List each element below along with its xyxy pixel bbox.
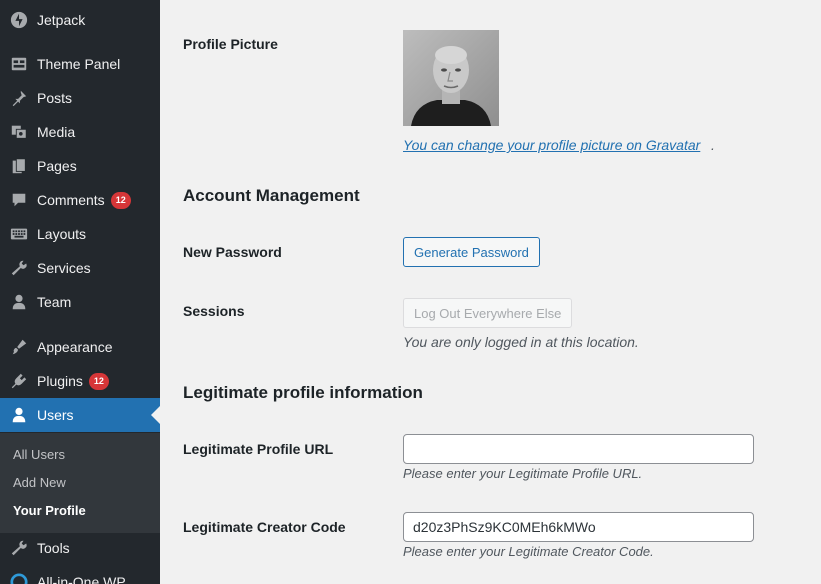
plugins-icon bbox=[9, 371, 29, 391]
sidebar-item-plugins[interactable]: Plugins 12 bbox=[0, 364, 160, 398]
pushpin-icon bbox=[9, 88, 29, 108]
sidebar-item-label: Pages bbox=[37, 158, 77, 174]
sidebar-item-label: Tools bbox=[37, 540, 70, 556]
legitimate-creator-description: Please enter your Legitimate Creator Cod… bbox=[403, 544, 654, 559]
sidebar-item-services[interactable]: Services bbox=[0, 251, 160, 285]
tools-icon bbox=[9, 538, 29, 558]
avatar bbox=[403, 30, 499, 126]
profile-form: Profile Picture You can change your prof… bbox=[160, 0, 821, 584]
sessions-note: You are only logged in at this location. bbox=[403, 334, 639, 350]
sidebar-item-layouts[interactable]: Layouts bbox=[0, 217, 160, 251]
sidebar-item-appearance[interactable]: Appearance bbox=[0, 330, 160, 364]
comments-icon bbox=[9, 190, 29, 210]
sidebar-item-users[interactable]: Users bbox=[0, 398, 160, 432]
current-menu-arrow bbox=[151, 406, 160, 424]
sidebar-item-comments[interactable]: Comments 12 bbox=[0, 183, 160, 217]
comments-count-badge: 12 bbox=[110, 191, 131, 209]
legitimate-creator-label: Legitimate Creator Code bbox=[183, 519, 346, 535]
sidebar-item-tools[interactable]: Tools bbox=[0, 531, 160, 565]
new-password-label: New Password bbox=[183, 244, 282, 260]
submenu-item-add-new[interactable]: Add New bbox=[13, 475, 66, 490]
sidebar-item-label: Team bbox=[37, 294, 72, 310]
users-icon bbox=[9, 405, 29, 425]
sidebar-item-label: Plugins bbox=[37, 373, 83, 389]
sessions-label: Sessions bbox=[183, 303, 245, 319]
legitimate-url-label: Legitimate Profile URL bbox=[183, 441, 334, 457]
paintbrush-icon bbox=[9, 337, 29, 357]
sidebar-item-media[interactable]: Media bbox=[0, 115, 160, 149]
team-icon bbox=[9, 292, 29, 312]
sidebar-item-label: Theme Panel bbox=[37, 56, 121, 72]
legitimate-profile-heading: Legitimate profile information bbox=[183, 383, 423, 402]
sidebar-item-label: Comments bbox=[37, 192, 105, 208]
generate-password-button[interactable]: Generate Password bbox=[403, 237, 540, 267]
sidebar-item-all-in-one-wp[interactable]: All-in-One WP bbox=[0, 565, 160, 584]
submenu-item-all-users[interactable]: All Users bbox=[13, 447, 65, 462]
theme-panel-icon bbox=[9, 54, 29, 74]
sidebar-item-label: Jetpack bbox=[37, 12, 86, 28]
legitimate-url-description: Please enter your Legitimate Profile URL… bbox=[403, 466, 643, 481]
sidebar-item-posts[interactable]: Posts bbox=[0, 81, 160, 115]
legitimate-creator-input[interactable] bbox=[403, 512, 754, 542]
gravatar-period: . bbox=[711, 137, 715, 153]
pages-icon bbox=[9, 156, 29, 176]
media-icon bbox=[9, 122, 29, 142]
sidebar-item-label: Appearance bbox=[37, 339, 113, 355]
users-submenu: All Users Add New Your Profile bbox=[0, 433, 160, 533]
admin-sidebar: Jetpack Theme Panel Posts Media Pages Co… bbox=[0, 0, 160, 584]
jetpack-icon bbox=[9, 10, 29, 30]
sidebar-item-label: Media bbox=[37, 124, 76, 140]
gravatar-link[interactable]: You can change your profile picture on G… bbox=[403, 137, 700, 153]
sidebar-item-jetpack[interactable]: Jetpack bbox=[0, 3, 160, 37]
sidebar-item-label: All-in-One WP bbox=[37, 574, 126, 584]
layouts-icon bbox=[9, 224, 29, 244]
account-management-heading: Account Management bbox=[183, 186, 360, 205]
migration-icon bbox=[9, 572, 29, 584]
sidebar-item-label: Layouts bbox=[37, 226, 87, 242]
sidebar-item-pages[interactable]: Pages bbox=[0, 149, 160, 183]
plugins-count-badge: 12 bbox=[88, 372, 109, 390]
sidebar-item-team[interactable]: Team bbox=[0, 285, 160, 319]
wrench-icon bbox=[9, 258, 29, 278]
sidebar-item-theme-panel[interactable]: Theme Panel bbox=[0, 47, 160, 81]
submenu-item-your-profile[interactable]: Your Profile bbox=[13, 503, 86, 518]
log-out-everywhere-button[interactable]: Log Out Everywhere Else bbox=[403, 298, 573, 328]
sidebar-item-label: Posts bbox=[37, 90, 73, 106]
profile-picture-label: Profile Picture bbox=[183, 36, 278, 52]
sidebar-item-label: Users bbox=[37, 407, 74, 423]
sidebar-item-label: Services bbox=[37, 260, 91, 276]
legitimate-url-input[interactable] bbox=[403, 434, 754, 464]
